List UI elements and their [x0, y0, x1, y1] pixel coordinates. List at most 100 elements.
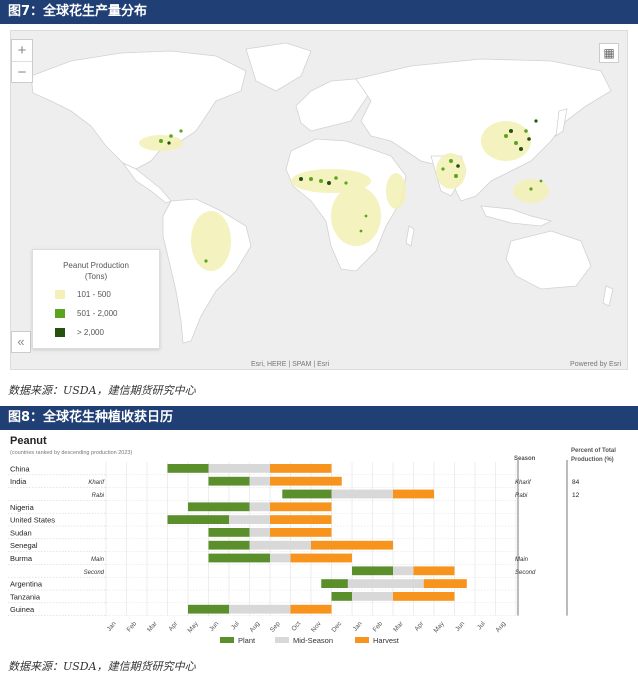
bar-plant: [167, 515, 229, 524]
legend-swatch-harvest: [355, 637, 369, 643]
bar-plant: [208, 528, 250, 537]
season-header: Season: [514, 456, 536, 462]
zoom-out-button[interactable]: −: [12, 62, 32, 83]
chart-subtitle: (countries ranked by descending producti…: [10, 450, 132, 456]
collapse-legend-button[interactable]: «: [11, 331, 31, 353]
bar-plant: [188, 502, 250, 512]
bar-plant: [167, 464, 209, 473]
bar-mid: [393, 566, 414, 576]
legend-swatch-mid: [275, 637, 289, 643]
bar-harvest: [270, 502, 332, 512]
bar-harvest: [423, 579, 467, 588]
bar-harvest: [270, 476, 342, 486]
bar-harvest: [270, 464, 332, 473]
peanut-production-map[interactable]: + − ▦ « Peanut Production (Tons) 101 - 5…: [10, 30, 628, 370]
qr-code-icon[interactable]: ▦: [599, 43, 619, 63]
month-tick-label: May: [187, 620, 201, 634]
legend-label-mid: 501 - 2,000: [77, 309, 118, 318]
month-tick-label: Dec: [330, 620, 343, 634]
legend-swatch-plant: [220, 637, 234, 643]
bar-plant: [282, 489, 332, 499]
legend-item-mid: 501 - 2,000: [55, 309, 117, 319]
country-label: Sudan: [10, 528, 32, 537]
bar-harvest: [270, 528, 332, 537]
season-label-right: Main: [515, 557, 529, 563]
season-label-left: Rabi: [92, 493, 105, 499]
bar-harvest: [393, 592, 455, 601]
map-legend: Peanut Production (Tons) 101 - 500 501 -…: [32, 249, 160, 349]
month-tick-label: Mar: [392, 620, 405, 634]
percent-value: 12: [572, 492, 580, 499]
percent-value: 84: [572, 479, 580, 486]
legend-label-plant: Plant: [238, 636, 256, 645]
figure8-title: 图8：全球花生种植收获日历: [0, 406, 638, 430]
percent-header-line2: Production (%): [571, 457, 614, 463]
bar-harvest: [290, 604, 332, 614]
bar-mid: [347, 579, 424, 588]
bar-harvest: [290, 553, 352, 563]
bar-mid: [331, 489, 393, 499]
bar-mid: [249, 528, 270, 537]
figure8-source: 数据来源：USDA，建信期货研究中心: [8, 660, 196, 673]
season-label-left: Main: [91, 557, 105, 563]
legend-swatch-high: [55, 328, 65, 338]
month-tick-label: Aug: [248, 620, 261, 634]
bar-mid: [270, 553, 291, 563]
bar-mid: [249, 476, 270, 486]
bar-harvest: [413, 566, 455, 576]
country-label: China: [10, 464, 30, 473]
season-label-left: Second: [84, 570, 105, 576]
legend-label-mid: Mid-Season: [293, 636, 333, 645]
bar-plant: [321, 579, 348, 588]
month-tick-label: Sep: [269, 620, 282, 634]
bar-plant: [208, 540, 250, 550]
legend-swatch-low: [55, 290, 65, 300]
month-tick-label: Oct: [290, 620, 302, 632]
map-zoom-controls: + −: [11, 39, 33, 83]
bar-plant: [352, 566, 393, 576]
bar-plant: [188, 604, 229, 614]
powered-by-esri[interactable]: Powered by Esri: [570, 361, 621, 368]
country-label: Nigeria: [10, 503, 35, 512]
month-tick-label: Jul: [476, 620, 487, 631]
legend-label-low: 101 - 500: [77, 290, 111, 299]
season-label-right: Kharif: [515, 480, 532, 486]
chart-title: Peanut: [10, 435, 47, 447]
country-label: India: [10, 477, 27, 486]
month-tick-label: May: [433, 620, 447, 634]
country-label: Burma: [10, 554, 33, 563]
bar-plant: [208, 553, 270, 563]
figure7-source: 数据来源：USDA，建信期货研究中心: [8, 384, 196, 397]
country-label: Tanzania: [10, 592, 41, 601]
bar-mid: [249, 540, 311, 550]
month-tick-label: Jan: [106, 620, 118, 633]
country-label: Argentina: [10, 580, 43, 589]
season-label-right: Second: [515, 570, 536, 576]
season-label-right: Rabi: [515, 493, 528, 499]
legend-swatch-mid: [55, 309, 65, 319]
month-tick-label: Jun: [208, 620, 220, 633]
peanut-crop-calendar: Peanut (countries ranked by descending pr…: [0, 432, 638, 652]
month-tick-label: Apr: [167, 620, 179, 633]
zoom-in-button[interactable]: +: [12, 40, 32, 62]
bar-mid: [208, 464, 270, 473]
bar-mid: [229, 604, 291, 614]
month-tick-label: Jun: [454, 620, 466, 633]
crop-calendar-chart: Peanut (countries ranked by descending pr…: [8, 435, 616, 645]
legend-label-harvest: Harvest: [373, 636, 400, 645]
bar-mid: [352, 592, 393, 601]
country-label: Senegal: [10, 541, 38, 550]
legend-item-low: 101 - 500: [55, 290, 111, 300]
month-tick-label: Feb: [126, 620, 139, 633]
bar-mid: [249, 502, 270, 512]
month-tick-label: Feb: [372, 620, 385, 633]
percent-header-line1: Percent of Total: [571, 448, 616, 454]
month-tick-label: Apr: [413, 620, 425, 633]
map-attribution[interactable]: Esri, HERE | SPAM | Esri: [251, 361, 329, 368]
bar-mid: [229, 515, 270, 524]
month-tick-label: Aug: [494, 620, 507, 634]
legend-item-high: > 2,000: [55, 328, 104, 338]
bar-plant: [208, 476, 250, 486]
country-label: Guinea: [10, 605, 35, 614]
month-tick-label: Jul: [230, 620, 241, 631]
